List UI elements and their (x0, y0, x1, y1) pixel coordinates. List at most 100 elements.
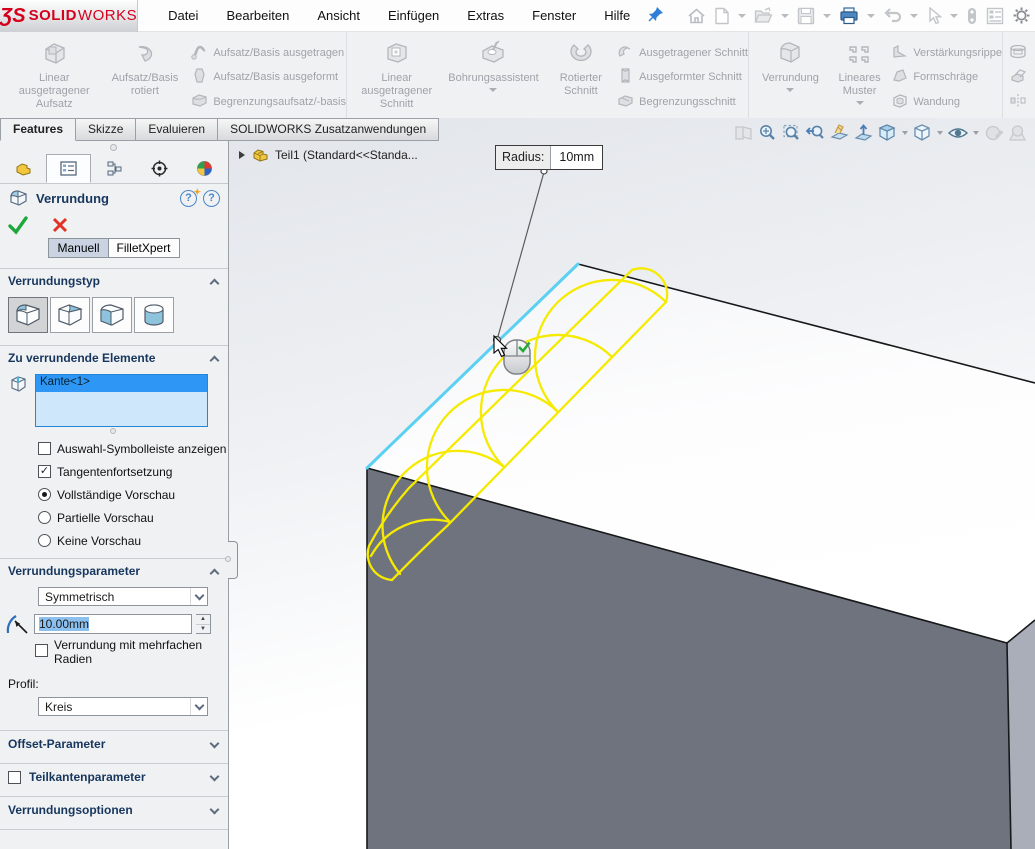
no-preview-radio[interactable] (38, 534, 51, 547)
fillet-type-constant-button[interactable] (8, 297, 48, 333)
radius-input[interactable]: 10.00mm (34, 614, 192, 634)
display-style-caret[interactable] (937, 131, 943, 135)
part-side-face[interactable] (1007, 620, 1035, 849)
cancel-button[interactable] (50, 215, 70, 235)
fillet-type-section-header[interactable]: Verrundungstyp (0, 269, 228, 293)
intersect-button[interactable] (1009, 65, 1027, 89)
dimxpertmanager-tab[interactable] (137, 154, 182, 183)
dropdown-caret-icon[interactable] (190, 698, 207, 715)
fillet-type-face-button[interactable] (92, 297, 132, 333)
menu-fenster[interactable]: Fenster (522, 4, 586, 27)
expand-chevron-icon[interactable] (210, 771, 220, 781)
new-document-caret[interactable] (738, 14, 746, 18)
manuell-mode-button[interactable]: Manuell (48, 238, 107, 258)
featuremanager-tab[interactable] (1, 154, 46, 183)
symmetry-dropdown[interactable]: Symmetrisch (38, 587, 208, 606)
menu-extras[interactable]: Extras (457, 4, 514, 27)
shell-button[interactable]: Wandung (891, 90, 1002, 114)
save-caret[interactable] (823, 14, 831, 18)
profile-dropdown[interactable]: Kreis (38, 697, 208, 716)
menu-einfuegen[interactable]: Einfügen (378, 4, 449, 27)
fillet-button[interactable]: Verrundung (753, 37, 828, 118)
mirror-button[interactable] (1009, 90, 1027, 114)
collapse-chevron-icon[interactable] (210, 278, 220, 288)
radius-callout[interactable]: Radius: 10mm (495, 145, 603, 170)
home-icon[interactable] (684, 5, 709, 27)
panel-edge-splitter[interactable] (228, 541, 238, 579)
swept-boss-button[interactable]: Aufsatz/Basis ausgetragen (191, 41, 346, 65)
fillet-options-section-header[interactable]: Verrundungsoptionen (0, 797, 228, 823)
select-cursor-icon[interactable] (923, 5, 945, 27)
zoom-area-icon[interactable] (780, 121, 803, 145)
show-selection-toolbar-checkbox[interactable] (38, 442, 51, 455)
whats-new-help-icon[interactable]: ?✦ (180, 190, 197, 207)
partial-preview-radio[interactable] (38, 511, 51, 524)
dropdown-caret-icon[interactable] (190, 588, 207, 605)
draft-button[interactable]: Formschräge (891, 65, 1002, 89)
full-preview-option[interactable]: Vollständige Vorschau (0, 483, 228, 506)
panel-splitter[interactable] (0, 141, 228, 154)
hole-wizard-button[interactable]: Bohrungsassistent (442, 37, 544, 118)
display-style-icon[interactable] (911, 121, 934, 145)
revolved-cut-button[interactable]: Rotierter Schnitt (549, 37, 614, 118)
options-gear-icon[interactable] (1009, 4, 1034, 27)
partial-edge-parameters-section-header[interactable]: Teilkantenparameter (0, 764, 228, 790)
apply-scene-icon[interactable] (1006, 121, 1029, 145)
save-icon[interactable] (794, 5, 818, 27)
tree-expand-arrow-icon[interactable] (238, 150, 246, 160)
displaymanager-tab[interactable] (182, 154, 227, 183)
propertymanager-tab[interactable] (46, 154, 91, 183)
tangent-propagation-checkbox[interactable]: ✓ (38, 465, 51, 478)
spinner-down-button[interactable]: ▼ (196, 625, 210, 634)
normal-to-icon[interactable] (852, 121, 875, 145)
model-view[interactable] (229, 118, 1035, 849)
show-selection-toolbar-option[interactable]: Auswahl-Symbolleiste anzeigen (0, 437, 228, 460)
extruded-cut-button[interactable]: Linear ausgetragener Schnitt (355, 37, 438, 118)
tab-zusatzanwendungen[interactable]: SOLIDWORKS Zusatzanwendungen (218, 118, 439, 141)
lofted-boss-button[interactable]: Aufsatz/Basis ausgeformt (191, 65, 346, 89)
boundary-boss-button[interactable]: Begrenzungsaufsatz/-basis (191, 90, 346, 114)
multiple-radius-option[interactable]: Verrundung mit mehrfachen Radien (0, 637, 228, 671)
fillet-type-full-button[interactable] (134, 297, 174, 333)
revolved-boss-button[interactable]: Aufsatz/Basis rotiert (104, 37, 185, 118)
print-caret[interactable] (867, 14, 875, 18)
selected-edge-item[interactable]: Kante<1> (36, 375, 207, 392)
expand-chevron-icon[interactable] (210, 804, 220, 814)
full-preview-radio[interactable] (38, 488, 51, 501)
hide-show-caret[interactable] (973, 131, 979, 135)
tab-evaluieren[interactable]: Evaluieren (136, 118, 218, 141)
help-icon[interactable]: ? (203, 190, 220, 207)
expand-chevron-icon[interactable] (210, 738, 220, 748)
section-view-icon[interactable] (828, 121, 851, 145)
feature-tree-root[interactable]: Teil1 (Standard<<Standa... (238, 147, 418, 162)
no-preview-option[interactable]: Keine Vorschau (0, 529, 228, 552)
multiple-radius-checkbox[interactable] (35, 644, 48, 657)
ok-button[interactable] (6, 214, 30, 236)
linear-pattern-caret[interactable] (856, 101, 864, 105)
configurationmanager-tab[interactable] (91, 154, 136, 183)
filletxpert-mode-button[interactable]: FilletXpert (108, 238, 180, 258)
previous-view-icon[interactable] (804, 121, 827, 145)
lofted-cut-button[interactable]: Ausgeformter Schnitt (617, 65, 748, 89)
fillet-caret[interactable] (786, 88, 794, 92)
fillet-type-variable-button[interactable] (50, 297, 90, 333)
menu-hilfe[interactable]: Hilfe (594, 4, 640, 27)
tab-skizze[interactable]: Skizze (76, 118, 136, 141)
view-orientation-caret[interactable] (902, 131, 908, 135)
pin-menu-icon[interactable] (648, 6, 664, 25)
select-caret[interactable] (950, 14, 958, 18)
selection-listbox[interactable]: Kante<1> (35, 374, 208, 427)
task-pane-icon[interactable] (983, 5, 1007, 27)
wrap-button[interactable] (1009, 41, 1027, 65)
undo-icon[interactable] (880, 5, 905, 27)
partial-preview-option[interactable]: Partielle Vorschau (0, 506, 228, 529)
tab-features[interactable]: Features (0, 118, 76, 141)
print-icon[interactable] (836, 5, 862, 27)
tree-root-label[interactable]: Teil1 (Standard<<Standa... (275, 148, 418, 162)
offset-parameters-section-header[interactable]: Offset-Parameter (0, 731, 228, 757)
radius-callout-value[interactable]: 10mm (551, 146, 602, 169)
listbox-resize-handle[interactable] (0, 427, 228, 437)
hide-show-items-icon[interactable] (946, 121, 970, 145)
new-document-icon[interactable] (711, 5, 733, 27)
undo-caret[interactable] (910, 14, 918, 18)
